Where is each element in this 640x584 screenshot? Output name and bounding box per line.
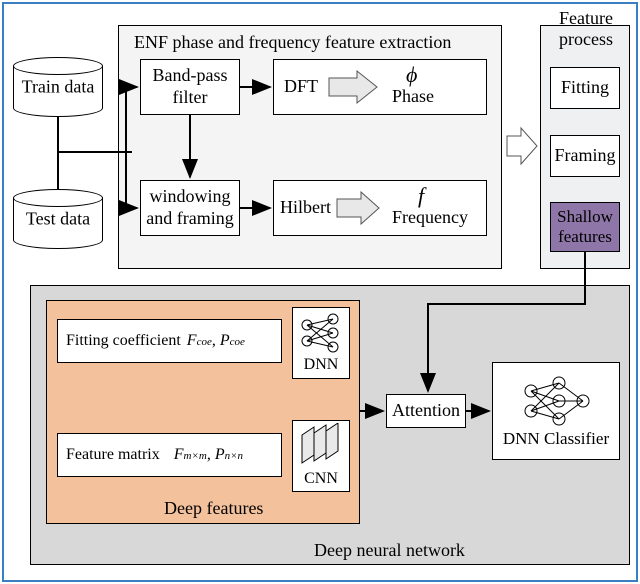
dnn-icon-box: DNN [292, 307, 350, 379]
fcoe-sym: Fcoe [187, 331, 212, 350]
dnn-panel-title: Deep neural network [314, 540, 465, 561]
dnn-icon [297, 311, 345, 355]
test-data-cylinder: Test data [13, 189, 103, 249]
dnn-label: DNN [304, 355, 339, 374]
feature-matrix-label: Feature matrix [66, 445, 160, 464]
freq-label: Frequency [392, 207, 468, 228]
fitting-coef-box: Fitting coefficient Fcoe , Pcoe [57, 319, 282, 363]
fmm-sym: Fm×m [174, 445, 207, 464]
dft-label: DFT [284, 76, 318, 98]
deep-features-title: Deep features [164, 498, 263, 519]
classifier-icon [517, 373, 595, 429]
classifier-box: DNN Classifier [492, 362, 620, 460]
classifier-label: DNN Classifier [503, 429, 609, 449]
bandpass-box: Band-pass filter [140, 59, 240, 115]
feature-matrix-box: Feature matrix Fm×m , Pn×n [57, 433, 282, 477]
pnn-sym: Pn×n [215, 445, 243, 464]
cnn-label: CNN [304, 469, 338, 488]
pcoe-sym: Pcoe [220, 331, 245, 350]
process-title: Feature process [552, 8, 620, 50]
train-data-label: Train data [13, 77, 103, 98]
cnn-icon [296, 423, 346, 469]
extraction-title: ENF phase and frequency feature extracti… [134, 32, 451, 53]
test-data-label: Test data [13, 209, 103, 230]
windowing-box: windowing and framing [140, 180, 240, 236]
attention-box: Attention [386, 394, 466, 428]
phase-symbol: ϕ [406, 62, 417, 88]
cnn-icon-box: CNN [292, 420, 350, 492]
train-data-cylinder: Train data [13, 57, 103, 117]
framing-box: Framing [550, 135, 620, 177]
phase-label: Phase [392, 86, 434, 107]
shallow-box: Shallow features [550, 202, 620, 252]
hilbert-label: Hilbert [280, 197, 331, 219]
freq-symbol: f [418, 183, 424, 209]
dft-box: DFT [273, 59, 487, 115]
fitting-coef-label: Fitting coefficient [66, 331, 181, 350]
fitting-box: Fitting [550, 67, 620, 109]
diagram-canvas: Train data Test data ENF phase and frequ… [2, 2, 638, 582]
